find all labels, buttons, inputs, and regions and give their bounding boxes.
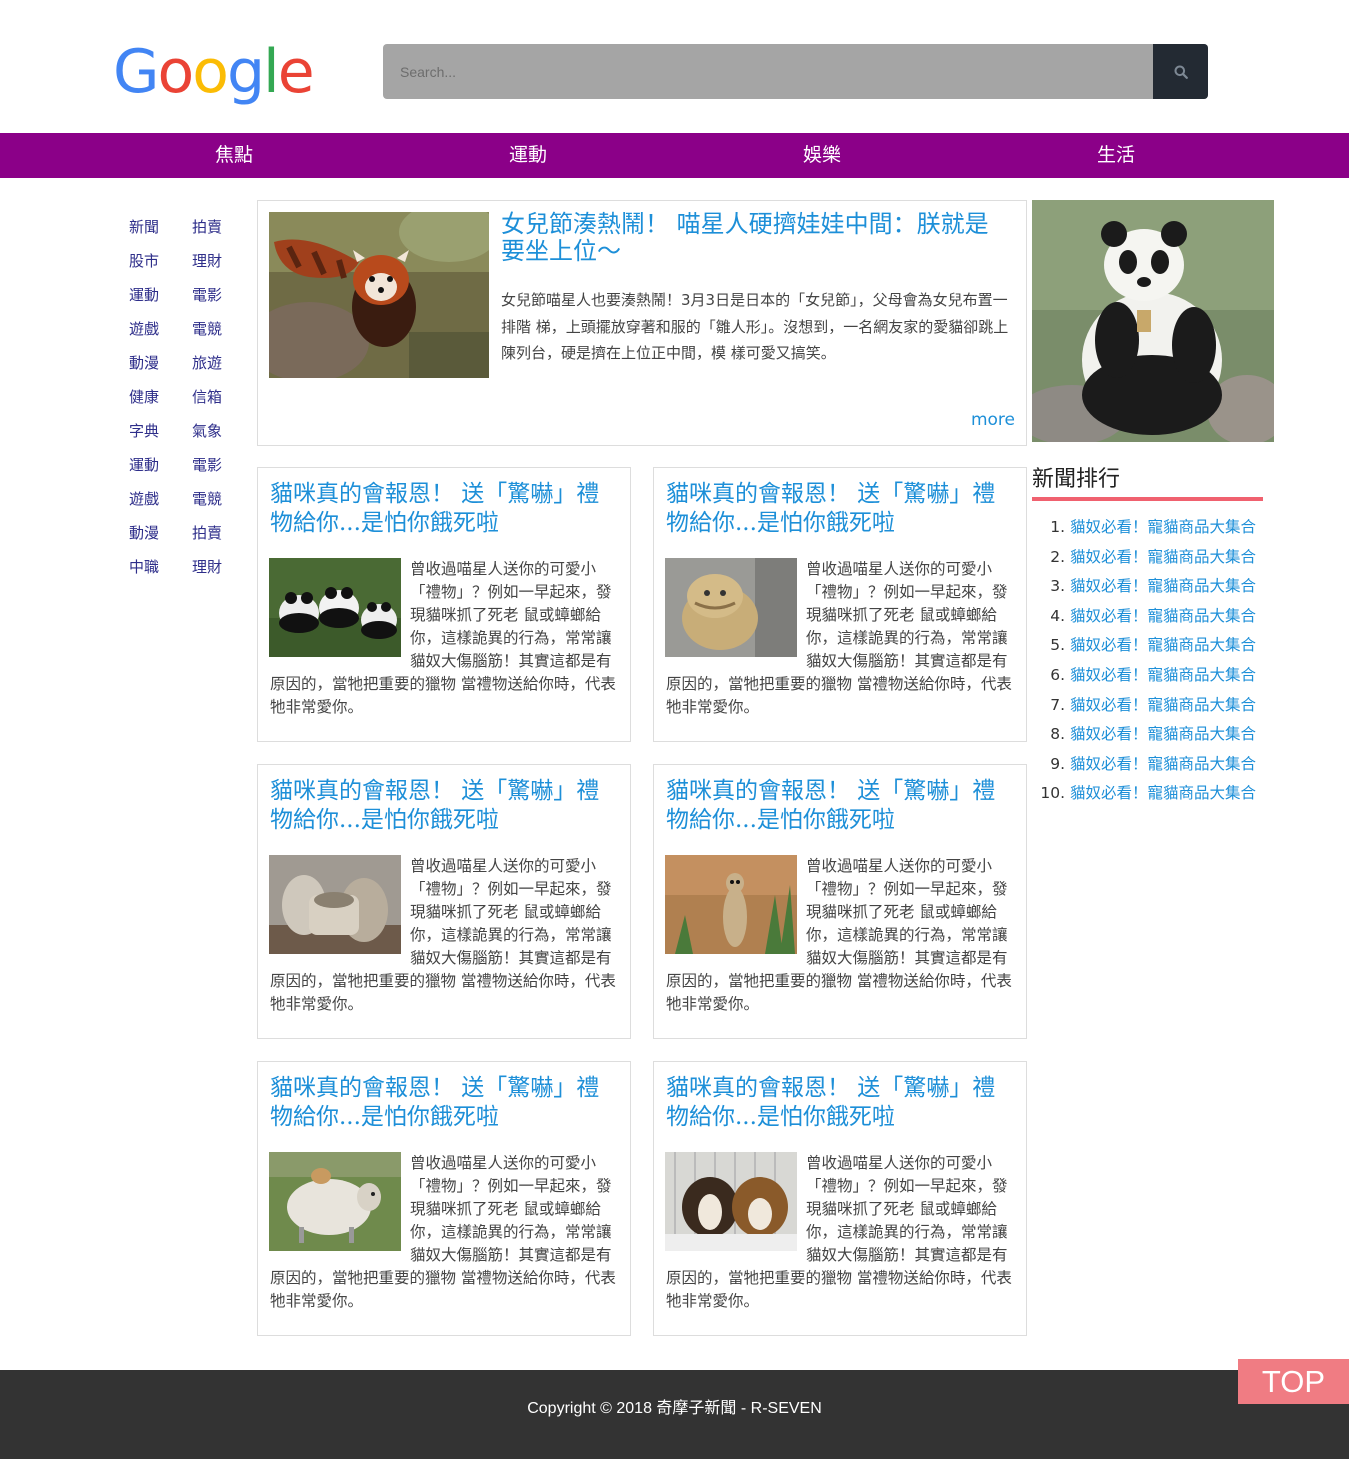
ranking-link[interactable]: 貓奴必看！寵貓商品大集合 <box>1070 518 1256 536</box>
red-panda-image[interactable] <box>269 212 489 378</box>
search-button[interactable] <box>1153 44 1208 99</box>
ranking-item: 4. 貓奴必看！寵貓商品大集合 <box>1032 602 1272 632</box>
ranking-link[interactable]: 貓奴必看！寵貓商品大集合 <box>1070 666 1256 684</box>
sidebar-link[interactable]: 股市 <box>124 250 164 271</box>
ranking-link[interactable]: 貓奴必看！寵貓商品大集合 <box>1070 784 1256 802</box>
article-thumbnail[interactable] <box>269 1152 401 1251</box>
ranking-item: 8. 貓奴必看！寵貓商品大集合 <box>1032 720 1272 750</box>
article-title[interactable]: 貓咪真的會報恩！ 送「驚嚇」禮物給你...是怕你餓死啦 <box>666 480 1016 538</box>
ranking-link[interactable]: 貓奴必看！寵貓商品大集合 <box>1070 636 1256 654</box>
back-to-top-button[interactable]: TOP <box>1238 1359 1349 1404</box>
search-bar <box>383 44 1208 99</box>
logo-letter: e <box>277 37 315 107</box>
ranking-item: 10. 貓奴必看！寵貓商品大集合 <box>1032 779 1272 809</box>
ranking-number: 8. <box>1050 725 1065 744</box>
article-card: 貓咪真的會報恩！ 送「驚嚇」禮物給你...是怕你餓死啦 曾收過喵星人送你的可愛小「… <box>257 764 631 1039</box>
article-title[interactable]: 貓咪真的會報恩！ 送「驚嚇」禮物給你...是怕你餓死啦 <box>270 777 620 835</box>
more-link[interactable]: more <box>971 410 1015 430</box>
ranking-item: 3. 貓奴必看！寵貓商品大集合 <box>1032 572 1272 602</box>
panda-image[interactable] <box>1032 200 1274 442</box>
sidebar-link[interactable]: 新聞 <box>124 216 164 237</box>
ranking-link[interactable]: 貓奴必看！寵貓商品大集合 <box>1070 548 1256 566</box>
sidebar-link[interactable]: 運動 <box>124 284 164 305</box>
ranking-item: 9. 貓奴必看！寵貓商品大集合 <box>1032 750 1272 780</box>
ranking-link[interactable]: 貓奴必看！寵貓商品大集合 <box>1070 725 1256 743</box>
ranking-item: 1. 貓奴必看！寵貓商品大集合 <box>1032 513 1272 543</box>
ranking-number: 6. <box>1050 665 1065 684</box>
copyright-text: Copyright © 2018 奇摩子新聞 - R-SEVEN <box>527 1400 822 1417</box>
feature-title[interactable]: 女兒節湊熱鬧！ 喵星人硬擠娃娃中間：朕就是要坐上位～ <box>501 211 1006 265</box>
logo-letter: o <box>192 37 229 107</box>
article-thumbnail[interactable] <box>665 1152 797 1251</box>
nav-item-sports[interactable]: 運動 <box>478 133 578 178</box>
footer: Copyright © 2018 奇摩子新聞 - R-SEVEN <box>0 1370 1349 1459</box>
sidebar-link[interactable]: 電競 <box>187 488 227 509</box>
logo-letter: G <box>113 37 159 107</box>
article-card: 貓咪真的會報恩！ 送「驚嚇」禮物給你...是怕你餓死啦 曾收過喵星人送你的可愛小「… <box>653 1061 1027 1336</box>
article-thumbnail[interactable] <box>665 855 797 954</box>
article-title[interactable]: 貓咪真的會報恩！ 送「驚嚇」禮物給你...是怕你餓死啦 <box>270 1074 620 1132</box>
article-thumbnail[interactable] <box>665 558 797 657</box>
ranking-link[interactable]: 貓奴必看！寵貓商品大集合 <box>1070 607 1256 625</box>
ranking-item: 5. 貓奴必看！寵貓商品大集合 <box>1032 631 1272 661</box>
ranking-number: 1. <box>1050 518 1065 536</box>
ranking-number: 10. <box>1040 784 1065 803</box>
ranking-title: 新聞排行 <box>1032 461 1263 501</box>
sidebar-link[interactable]: 拍賣 <box>187 216 227 237</box>
sidebar-link[interactable]: 動漫 <box>124 522 164 543</box>
article-card: 貓咪真的會報恩！ 送「驚嚇」禮物給你...是怕你餓死啦 曾收過喵星人送你的可愛小「… <box>257 1061 631 1336</box>
google-logo[interactable]: Google <box>113 37 315 107</box>
nav-item-entertainment[interactable]: 娛樂 <box>772 133 872 178</box>
ranking-link[interactable]: 貓奴必看！寵貓商品大集合 <box>1070 577 1256 595</box>
feature-article: 女兒節湊熱鬧！ 喵星人硬擠娃娃中間：朕就是要坐上位～ 女兒節喵星人也要湊熱鬧！3… <box>257 200 1027 446</box>
logo-letter: o <box>157 37 195 107</box>
ranking-list: 1. 貓奴必看！寵貓商品大集合 2. 貓奴必看！寵貓商品大集合 3. 貓奴必看！寵貓… <box>1032 513 1272 809</box>
ranking-item: 6. 貓奴必看！寵貓商品大集合 <box>1032 661 1272 691</box>
search-icon <box>1174 65 1188 79</box>
sidebar-link[interactable]: 拍賣 <box>187 522 227 543</box>
ranking-number: 9. <box>1050 754 1065 773</box>
ranking-link[interactable]: 貓奴必看！寵貓商品大集合 <box>1070 696 1256 714</box>
article-card: 貓咪真的會報恩！ 送「驚嚇」禮物給你...是怕你餓死啦 曾收過喵星人送你的可愛小「… <box>257 467 631 742</box>
sidebar-link[interactable]: 遊戲 <box>124 488 164 509</box>
feature-summary: 女兒節喵星人也要湊熱鬧！3月3日是日本的「女兒節」，父母會為女兒布置一排階 梯，… <box>501 291 1009 362</box>
sidebar-link[interactable]: 信箱 <box>187 386 227 407</box>
sidebar-link[interactable]: 氣象 <box>187 420 227 441</box>
nav-item-focus[interactable]: 焦點 <box>184 133 284 178</box>
main-nav: 焦點 運動 娛樂 生活 <box>0 133 1349 178</box>
sidebar-link[interactable]: 電競 <box>187 318 227 339</box>
sidebar-link[interactable]: 遊戲 <box>124 318 164 339</box>
sidebar-link[interactable]: 健康 <box>124 386 164 407</box>
article-title[interactable]: 貓咪真的會報恩！ 送「驚嚇」禮物給你...是怕你餓死啦 <box>666 1074 1016 1132</box>
sidebar-link[interactable]: 旅遊 <box>187 352 227 373</box>
article-title[interactable]: 貓咪真的會報恩！ 送「驚嚇」禮物給你...是怕你餓死啦 <box>270 480 620 538</box>
article-title[interactable]: 貓咪真的會報恩！ 送「驚嚇」禮物給你...是怕你餓死啦 <box>666 777 1016 835</box>
sidebar-link[interactable]: 理財 <box>187 250 227 271</box>
nav-item-life[interactable]: 生活 <box>1066 133 1166 178</box>
article-card: 貓咪真的會報恩！ 送「驚嚇」禮物給你...是怕你餓死啦 曾收過喵星人送你的可愛小「… <box>653 467 1027 742</box>
search-input[interactable] <box>383 44 1153 99</box>
sidebar-link[interactable]: 電影 <box>187 284 227 305</box>
sidebar-link[interactable]: 電影 <box>187 454 227 475</box>
ranking-number: 5. <box>1050 636 1065 655</box>
sidebar-link[interactable]: 理財 <box>187 556 227 577</box>
header: Google <box>0 0 1349 133</box>
ranking-number: 7. <box>1050 695 1065 714</box>
sidebar-link[interactable]: 中職 <box>124 556 164 577</box>
logo-letter: g <box>226 37 265 107</box>
sidebar-link[interactable]: 動漫 <box>124 352 164 373</box>
sidebar-link[interactable]: 運動 <box>124 454 164 475</box>
sidebar-link[interactable]: 字典 <box>124 420 164 441</box>
article-thumbnail[interactable] <box>269 855 401 954</box>
ranking-link[interactable]: 貓奴必看！寵貓商品大集合 <box>1070 755 1256 773</box>
ranking-number: 3. <box>1050 577 1065 596</box>
article-card: 貓咪真的會報恩！ 送「驚嚇」禮物給你...是怕你餓死啦 曾收過喵星人送你的可愛小「… <box>653 764 1027 1039</box>
logo-letter: l <box>263 37 280 107</box>
article-thumbnail[interactable] <box>269 558 401 657</box>
ranking-number: 2. <box>1050 547 1065 566</box>
ranking-item: 2. 貓奴必看！寵貓商品大集合 <box>1032 543 1272 573</box>
ranking-number: 4. <box>1050 606 1065 625</box>
ranking-item: 7. 貓奴必看！寵貓商品大集合 <box>1032 691 1272 721</box>
